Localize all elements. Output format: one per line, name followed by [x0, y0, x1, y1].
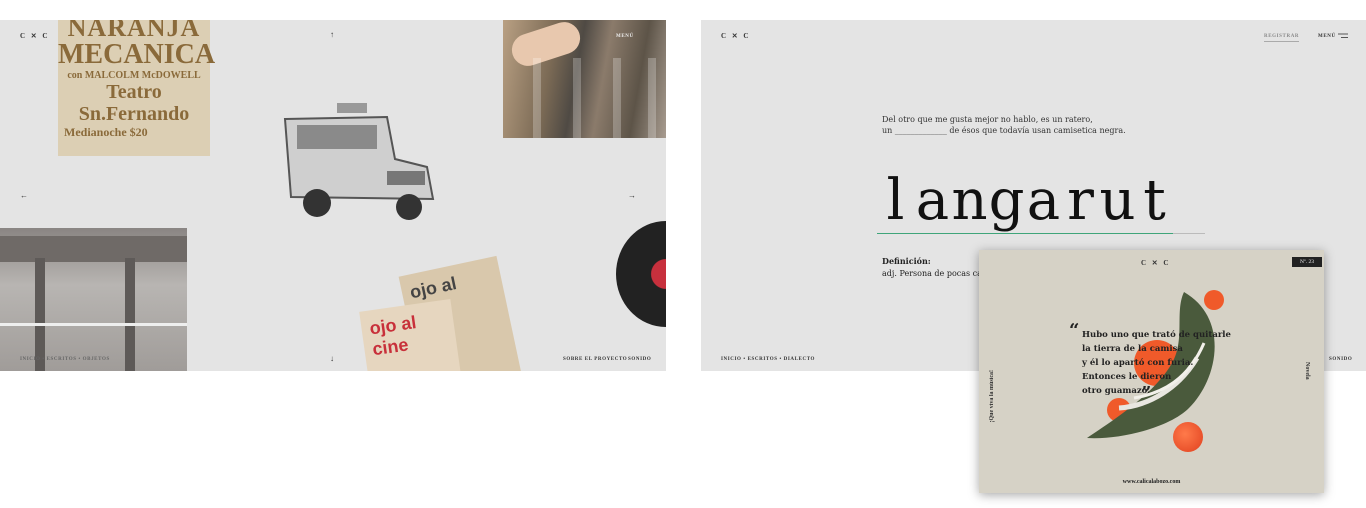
- card-url[interactable]: www.calicalabozo.com: [979, 479, 1324, 485]
- word-letter: a: [1025, 168, 1062, 234]
- word-letter: l: [877, 169, 914, 234]
- sound-link[interactable]: SONIDO: [628, 357, 651, 362]
- magazine-ojo-al-cine[interactable]: ojo al cine: [359, 299, 463, 371]
- word-letter: r: [1062, 169, 1099, 234]
- definition-label: Definición:: [882, 256, 931, 266]
- card-side-left: ¡Que viva la música!: [989, 370, 995, 423]
- record-sleeve: [573, 58, 581, 138]
- house-roof: [0, 236, 187, 262]
- word-letter: a: [914, 168, 951, 234]
- book-card[interactable]: C ✕ C Nº. 23 “ Hubo uno que trató de qui…: [979, 250, 1324, 493]
- card-logo: C ✕ C: [1141, 259, 1171, 267]
- house-railing: [0, 323, 187, 326]
- poster-line4: Teatro Sn.Fernando: [78, 81, 190, 125]
- left-screen: NARANJA MECANICA con MALCOLM McDOWELL Te…: [0, 20, 666, 371]
- arrow-down-icon[interactable]: ↓: [330, 354, 335, 363]
- quote-line: la tierra de la camisa: [1082, 344, 1183, 354]
- issue-badge: Nº. 23: [1292, 257, 1322, 267]
- record-sleeve: [613, 58, 621, 138]
- record-sleeve: [648, 58, 656, 138]
- house-pillar: [35, 258, 45, 371]
- poster-line1: NARANJA: [67, 20, 201, 42]
- site-logo[interactable]: C ✕ C: [721, 32, 750, 40]
- hamburger-icon[interactable]: [1338, 33, 1348, 39]
- sound-link[interactable]: SONIDO: [1329, 357, 1352, 362]
- quote-line: otro guamazo.: [1082, 386, 1151, 396]
- card-side-right: Novela: [1304, 362, 1310, 380]
- arrow-left-icon[interactable]: ←: [20, 191, 29, 200]
- record-sleeve: [533, 58, 541, 138]
- open-quote-icon: “: [1069, 320, 1080, 341]
- arrow-up-icon[interactable]: ↑: [330, 30, 335, 39]
- word-letter: n: [951, 168, 988, 234]
- sentence-line1: Del otro que me gusta mejor no hablo, es…: [882, 115, 1093, 124]
- poster-line3: con MALCOLM McDOWELL: [67, 70, 201, 81]
- footer-nav-links[interactable]: INICIO • ESCRITOS • OBJETOS: [20, 357, 110, 362]
- chiva-bus-image[interactable]: [277, 99, 437, 221]
- close-quote-icon: ”: [1141, 383, 1152, 404]
- menu-button[interactable]: MENÚ: [616, 34, 634, 39]
- site-logo[interactable]: C ✕ C: [20, 32, 49, 40]
- naranja-mecanica-poster[interactable]: NARANJA MECANICA con MALCOLM McDOWELL Te…: [58, 20, 216, 156]
- quote-line: y él lo apartó con furia.: [1082, 358, 1194, 368]
- arrow-right-icon[interactable]: →: [628, 191, 637, 200]
- poster-line2: MECANICA: [58, 39, 216, 70]
- card-quote: Hubo uno que trató de quitarle la tierra…: [1082, 328, 1231, 398]
- sentence-line2: un _____________ de ésos que todavía usa…: [882, 126, 1126, 135]
- word-letter: u: [1099, 168, 1136, 234]
- house-pillar: [125, 258, 135, 371]
- menu-button[interactable]: MENÚ: [1318, 34, 1336, 39]
- word-letter: t: [1136, 169, 1173, 234]
- register-link[interactable]: REGISTRAR: [1264, 34, 1300, 42]
- footer-nav-links[interactable]: INICIO • ESCRITOS • DIALECTO: [721, 357, 815, 362]
- word-letter-blank: [1173, 169, 1205, 234]
- quote-line: Hubo uno que trató de quitarle: [1082, 330, 1231, 340]
- vinyl-record-image[interactable]: [616, 221, 666, 327]
- word-display: l a n g a r u t: [877, 169, 1205, 234]
- colonial-house-photo[interactable]: [0, 228, 187, 371]
- word-letter: g: [988, 168, 1025, 234]
- about-link[interactable]: SOBRE EL PROYECTO: [563, 357, 627, 362]
- poster-line5: Medianoche $20: [64, 125, 148, 139]
- magazine-title: ojo al cine: [368, 312, 418, 360]
- vinyl-records-photo[interactable]: [503, 20, 666, 138]
- quote-line: Entonces le dieron: [1082, 372, 1172, 382]
